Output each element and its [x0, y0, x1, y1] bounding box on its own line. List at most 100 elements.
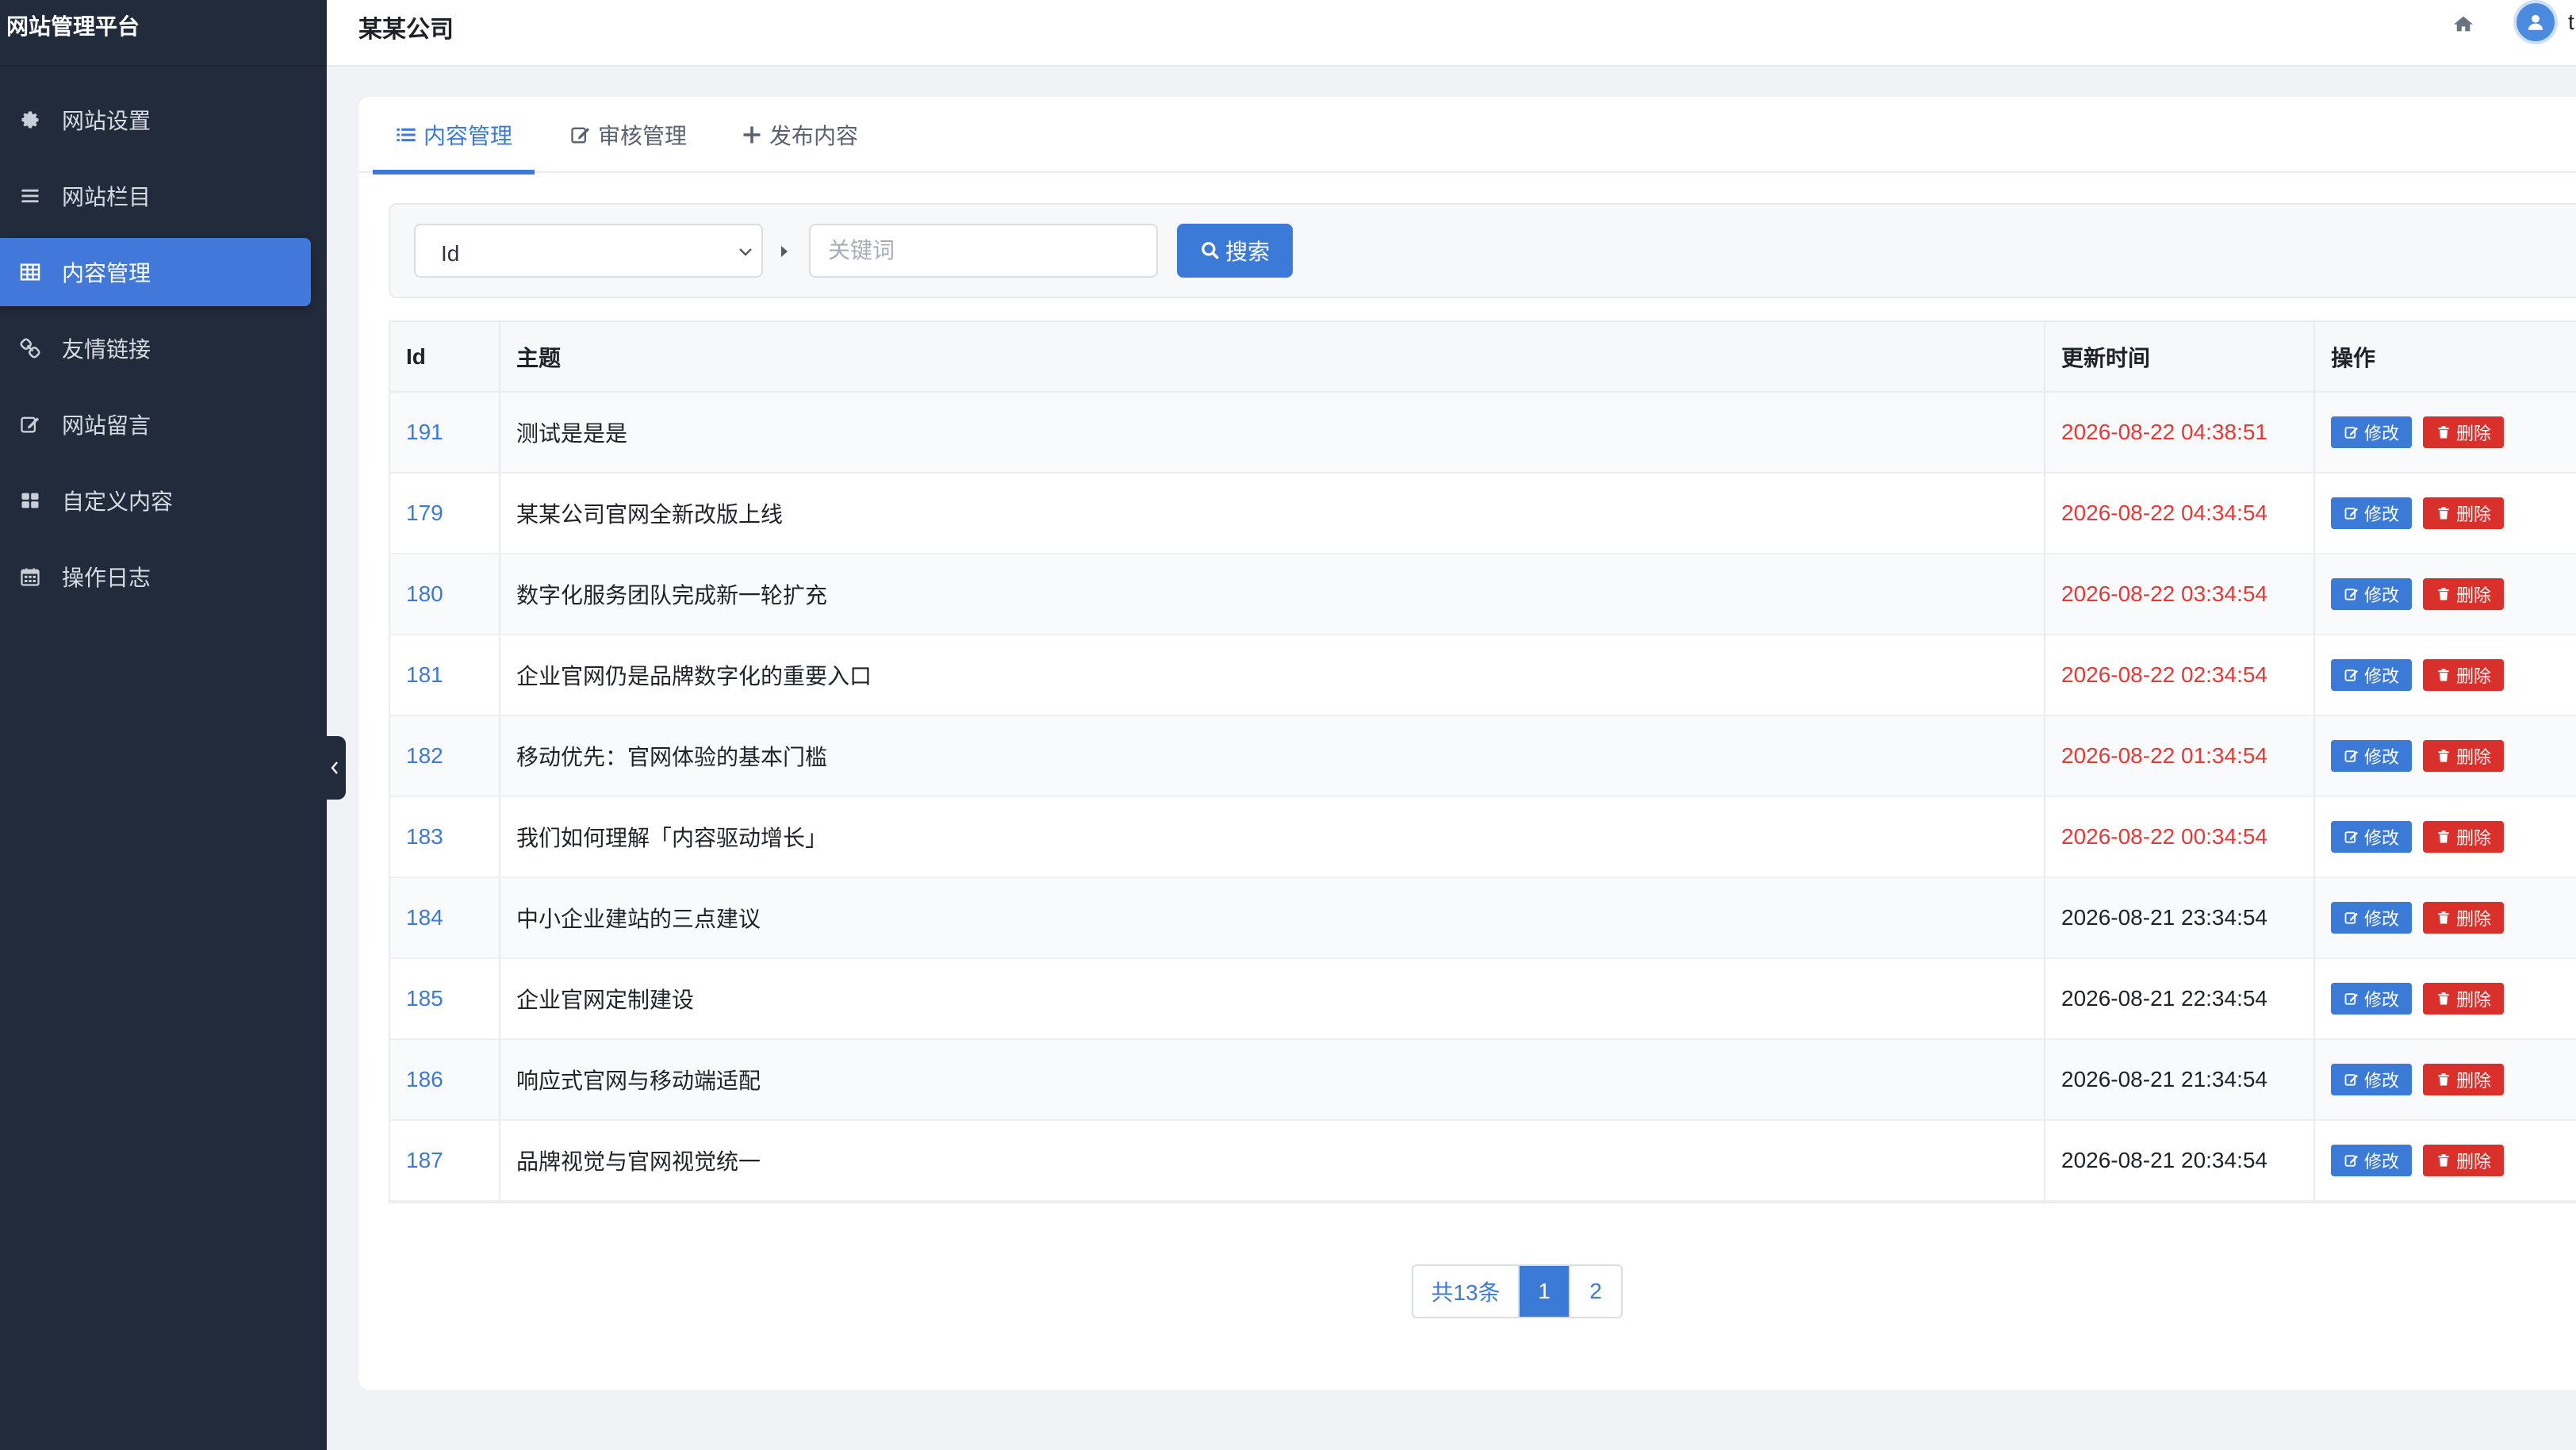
delete-button-label: 删除: [2456, 828, 2492, 848]
sidebar-item-site-columns[interactable]: 网站栏目: [0, 162, 311, 230]
delete-button-label: 删除: [2456, 990, 2492, 1010]
row-updated-time: 2026-08-22 04:38:51: [2045, 392, 2315, 473]
row-id-link[interactable]: 183: [390, 796, 500, 877]
content-card: 内容管理 审核管理 发布内容 Id 搜索: [358, 97, 2576, 1390]
gear-icon: [17, 107, 43, 132]
table-row: 186 响应式官网与移动端适配 2026-08-21 21:34:54 修改 删除: [390, 1039, 2576, 1120]
edit-button[interactable]: 修改: [2331, 902, 2413, 934]
tab-content-management[interactable]: 内容管理: [372, 97, 535, 175]
avatar[interactable]: [2513, 0, 2558, 44]
sidebar-item-custom-content[interactable]: 自定义内容: [0, 466, 311, 535]
search-panel: Id 搜索: [389, 203, 2576, 298]
trash-icon: [2438, 911, 2449, 924]
edit-button[interactable]: 修改: [2331, 1145, 2413, 1176]
row-updated-time: 2026-08-22 04:34:54: [2045, 473, 2315, 554]
edit-button[interactable]: 修改: [2331, 740, 2413, 772]
sidebar-item-site-settings[interactable]: 网站设置: [0, 86, 311, 154]
row-id-link[interactable]: 184: [390, 877, 500, 958]
row-id-link[interactable]: 181: [390, 635, 500, 715]
row-id-link[interactable]: 182: [390, 715, 500, 796]
delete-button[interactable]: 删除: [2423, 902, 2505, 934]
search-field-select[interactable]: Id: [414, 224, 763, 278]
page-button-1[interactable]: 1: [1520, 1266, 1570, 1317]
sidebar: 网站管理平台 网站设置 网站栏目 内容管理 友情链接 网站留言 自定义内容 操作…: [0, 0, 327, 1450]
search-button[interactable]: 搜索: [1177, 224, 1293, 278]
table-body: 191 测试是是是 2026-08-22 04:38:51 修改 删除 179 某某公司官网…: [390, 392, 2576, 1201]
row-actions: 修改 删除: [2314, 635, 2576, 715]
row-id-link[interactable]: 186: [390, 1039, 500, 1120]
row-title: 企业官网定制建设: [500, 958, 2045, 1039]
edit-icon: [2344, 831, 2358, 843]
tab-review-management[interactable]: 审核管理: [569, 97, 687, 173]
sidebar-item-operation-log[interactable]: 操作日志: [0, 543, 311, 611]
user-name[interactable]: t: [2568, 10, 2574, 35]
edit-button-label: 修改: [2364, 666, 2400, 686]
edit-icon: [2344, 1155, 2358, 1167]
chevron-down-icon: [739, 248, 752, 256]
row-id-link[interactable]: 187: [390, 1120, 500, 1201]
row-updated-time: 2026-08-22 01:34:54: [2045, 715, 2315, 796]
edit-button-label: 修改: [2364, 585, 2400, 605]
column-header-updated: 更新时间: [2045, 322, 2315, 392]
delete-button[interactable]: 删除: [2423, 416, 2505, 448]
row-updated-time: 2026-08-21 22:34:54: [2045, 958, 2315, 1039]
delete-button-label: 删除: [2456, 909, 2492, 929]
row-id-link[interactable]: 179: [390, 473, 500, 554]
row-updated-time: 2026-08-21 23:34:54: [2045, 877, 2315, 958]
edit-button-label: 修改: [2364, 828, 2400, 848]
row-updated-time: 2026-08-22 00:34:54: [2045, 796, 2315, 877]
delete-button[interactable]: 删除: [2423, 821, 2505, 853]
delete-button[interactable]: 删除: [2423, 983, 2505, 1015]
edit-button-label: 修改: [2364, 990, 2400, 1010]
sidebar-item-content-management[interactable]: 内容管理: [0, 238, 311, 306]
edit-button[interactable]: 修改: [2331, 1064, 2413, 1095]
row-title: 测试是是是: [500, 392, 2045, 473]
delete-button-label: 删除: [2456, 1071, 2492, 1091]
edit-button[interactable]: 修改: [2331, 578, 2413, 610]
delete-button[interactable]: 删除: [2423, 578, 2505, 610]
table-row: 181 企业官网仍是品牌数字化的重要入口 2026-08-22 02:34:54 修改…: [390, 635, 2576, 715]
row-id-link[interactable]: 185: [390, 958, 500, 1039]
row-title: 中小企业建站的三点建议: [500, 877, 2045, 958]
tab-label: 审核管理: [598, 124, 688, 148]
column-header-actions: 操作: [2331, 345, 2376, 370]
sidebar-item-site-messages[interactable]: 网站留言: [0, 390, 311, 458]
sidebar-collapse-toggle[interactable]: [324, 736, 346, 800]
row-title: 响应式官网与移动端适配: [500, 1039, 2045, 1120]
delete-button[interactable]: 删除: [2423, 659, 2505, 691]
edit-icon: [17, 412, 43, 437]
edit-button-label: 修改: [2364, 909, 2400, 929]
sidebar-item-label: 自定义内容: [62, 489, 174, 514]
sidebar-item-label: 操作日志: [62, 566, 151, 590]
tab-publish-content[interactable]: 发布内容: [741, 97, 858, 173]
edit-button[interactable]: 修改: [2331, 416, 2413, 448]
row-updated-time: 2026-08-22 02:34:54: [2045, 635, 2315, 715]
sidebar-item-friend-links[interactable]: 友情链接: [0, 314, 311, 382]
content-table: Id 主题 更新时间 操作 191 测试是是是 2026-08-22 04:38:5…: [389, 320, 2576, 1203]
delete-button[interactable]: 删除: [2423, 497, 2505, 529]
edit-icon: [2344, 750, 2358, 762]
column-header-id: Id: [390, 322, 500, 392]
table-row: 180 数字化服务团队完成新一轮扩充 2026-08-22 03:34:54 修改 删除: [390, 554, 2576, 635]
keyword-input[interactable]: [809, 224, 1158, 278]
edit-button-label: 修改: [2364, 1071, 2400, 1091]
delete-button[interactable]: 删除: [2423, 740, 2505, 772]
edit-icon: [2344, 508, 2358, 520]
edit-button[interactable]: 修改: [2331, 821, 2413, 853]
row-id-link[interactable]: 191: [390, 392, 500, 473]
table-row: 182 移动优先：官网体验的基本门槛 2026-08-22 01:34:54 修改 删除: [390, 715, 2576, 796]
edit-button[interactable]: 修改: [2331, 659, 2413, 691]
row-id-link[interactable]: 180: [390, 554, 500, 635]
page-button-2[interactable]: 2: [1570, 1266, 1621, 1317]
edit-button[interactable]: 修改: [2331, 497, 2413, 529]
sidebar-item-label: 友情链接: [62, 337, 151, 362]
row-actions: 修改 删除: [2314, 796, 2576, 877]
row-actions: 修改 删除: [2314, 958, 2576, 1039]
table-row: 184 中小企业建站的三点建议 2026-08-21 23:34:54 修改 删除: [390, 877, 2576, 958]
home-icon[interactable]: [2451, 11, 2476, 36]
edit-button[interactable]: 修改: [2331, 983, 2413, 1015]
sidebar-menu: 网站设置 网站栏目 内容管理 友情链接 网站留言 自定义内容 操作日志: [0, 67, 327, 611]
delete-button[interactable]: 删除: [2423, 1064, 2505, 1095]
delete-button[interactable]: 删除: [2423, 1145, 2505, 1176]
row-actions: 修改 删除: [2314, 877, 2576, 958]
